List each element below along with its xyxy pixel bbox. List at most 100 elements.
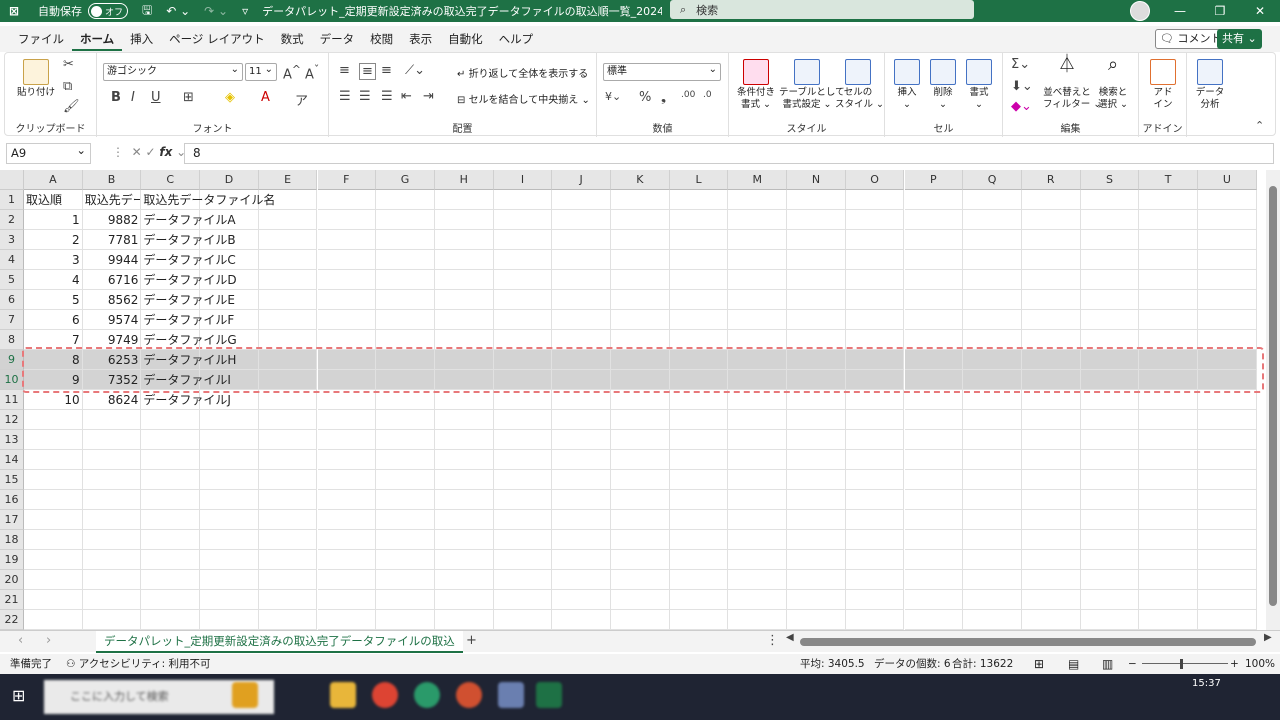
table-cell[interactable] — [434, 610, 494, 630]
table-cell[interactable] — [845, 610, 905, 630]
table-cell[interactable]: データファイルC — [141, 250, 236, 270]
column-header[interactable]: C — [141, 170, 201, 190]
table-cell[interactable] — [200, 530, 259, 550]
table-cell[interactable] — [24, 530, 83, 550]
table-cell[interactable] — [200, 590, 259, 610]
table-cell[interactable] — [141, 510, 201, 530]
table-cell[interactable] — [728, 330, 788, 350]
table-cell[interactable] — [317, 270, 377, 290]
table-cell[interactable] — [317, 330, 377, 350]
table-cell[interactable]: 9574 — [82, 310, 142, 330]
table-cell[interactable] — [1021, 230, 1081, 250]
table-cell[interactable] — [1021, 190, 1081, 210]
table-cell[interactable] — [963, 610, 1022, 630]
table-cell[interactable] — [376, 510, 435, 530]
table-cell[interactable]: 9882 — [82, 210, 142, 230]
table-cell[interactable]: 10 — [24, 390, 83, 410]
table-cell[interactable] — [317, 470, 377, 490]
table-cell[interactable] — [787, 430, 846, 450]
table-cell[interactable] — [611, 270, 670, 290]
table-cell[interactable] — [24, 450, 83, 470]
table-cell[interactable] — [611, 610, 670, 630]
table-cell[interactable] — [1139, 310, 1198, 330]
close-icon[interactable]: ✕ — [1240, 0, 1280, 22]
table-cell[interactable] — [904, 230, 964, 250]
table-cell[interactable] — [1080, 290, 1140, 310]
table-cell[interactable] — [1021, 210, 1081, 230]
table-cell[interactable] — [611, 190, 670, 210]
table-cell[interactable] — [376, 270, 435, 290]
table-cell[interactable]: 取込順 — [24, 190, 83, 210]
table-cell[interactable] — [611, 490, 670, 510]
table-cell[interactable] — [904, 570, 964, 590]
table-cell[interactable] — [1198, 550, 1257, 570]
table-cell[interactable] — [904, 390, 964, 410]
table-cell[interactable] — [258, 490, 318, 510]
table-cell[interactable] — [1139, 450, 1198, 470]
table-cell[interactable] — [82, 510, 142, 530]
table-cell[interactable] — [82, 430, 142, 450]
table-cell[interactable] — [845, 310, 905, 330]
chrome-icon[interactable] — [372, 682, 398, 708]
wrap-text-button[interactable]: ↵ 折り返して全体を表示する — [457, 65, 588, 80]
table-cell[interactable] — [493, 330, 553, 350]
minimize-icon[interactable]: — — [1160, 0, 1200, 22]
save-icon[interactable]: 🖫 — [142, 1, 152, 22]
table-cell[interactable] — [1139, 250, 1198, 270]
table-cell[interactable] — [434, 510, 494, 530]
table-cell[interactable] — [1021, 510, 1081, 530]
table-cell[interactable] — [904, 450, 964, 470]
table-cell[interactable] — [317, 250, 377, 270]
table-cell[interactable] — [1198, 450, 1257, 470]
table-cell[interactable] — [904, 250, 964, 270]
row-header[interactable]: 10 — [0, 370, 24, 390]
table-cell[interactable] — [1198, 250, 1257, 270]
table-cell[interactable] — [611, 510, 670, 530]
table-cell[interactable] — [493, 550, 553, 570]
table-cell[interactable] — [141, 530, 201, 550]
table-cell[interactable] — [376, 410, 435, 430]
table-cell[interactable] — [904, 210, 964, 230]
table-cell[interactable] — [1139, 350, 1198, 370]
table-cell[interactable] — [1021, 290, 1081, 310]
table-cell[interactable] — [963, 350, 1022, 370]
add-sheet-icon[interactable]: + — [466, 633, 477, 648]
clear-icon[interactable]: ◆⌄ — [1011, 99, 1032, 114]
copy-icon[interactable]: ⧉ — [63, 79, 72, 94]
column-header[interactable]: H — [434, 170, 494, 190]
table-cell[interactable] — [1080, 590, 1140, 610]
table-cell[interactable] — [1080, 450, 1140, 470]
table-cell[interactable] — [845, 410, 905, 430]
table-cell[interactable] — [434, 270, 494, 290]
table-cell[interactable] — [728, 250, 788, 270]
table-cell[interactable] — [1198, 310, 1257, 330]
table-cell[interactable] — [611, 370, 670, 390]
format-button[interactable]: 書式 ⌄ — [961, 59, 997, 111]
table-cell[interactable] — [787, 270, 846, 290]
table-cell[interactable] — [611, 330, 670, 350]
table-cell[interactable] — [1198, 510, 1257, 530]
table-cell[interactable]: データファイルI — [141, 370, 231, 390]
table-cell[interactable] — [787, 390, 846, 410]
table-cell[interactable] — [493, 470, 553, 490]
table-cell[interactable]: 2 — [24, 230, 83, 250]
table-cell[interactable] — [434, 490, 494, 510]
table-cell[interactable] — [82, 550, 142, 570]
table-cell[interactable] — [258, 250, 318, 270]
table-cell[interactable] — [963, 310, 1022, 330]
table-cell[interactable] — [258, 610, 318, 630]
table-cell[interactable] — [611, 430, 670, 450]
table-cell[interactable] — [376, 590, 435, 610]
table-cell[interactable] — [493, 610, 553, 630]
table-cell[interactable] — [1139, 610, 1198, 630]
table-cell[interactable]: 8562 — [82, 290, 142, 310]
table-cell[interactable] — [728, 530, 788, 550]
table-cell[interactable]: 取込先データファイル名 — [141, 190, 275, 210]
table-cell[interactable]: 7781 — [82, 230, 142, 250]
table-cell[interactable] — [669, 490, 729, 510]
align-left-icon[interactable]: ☰ — [339, 89, 351, 104]
table-cell[interactable] — [434, 410, 494, 430]
table-cell[interactable] — [376, 570, 435, 590]
table-cell[interactable] — [611, 410, 670, 430]
table-cell[interactable] — [200, 490, 259, 510]
